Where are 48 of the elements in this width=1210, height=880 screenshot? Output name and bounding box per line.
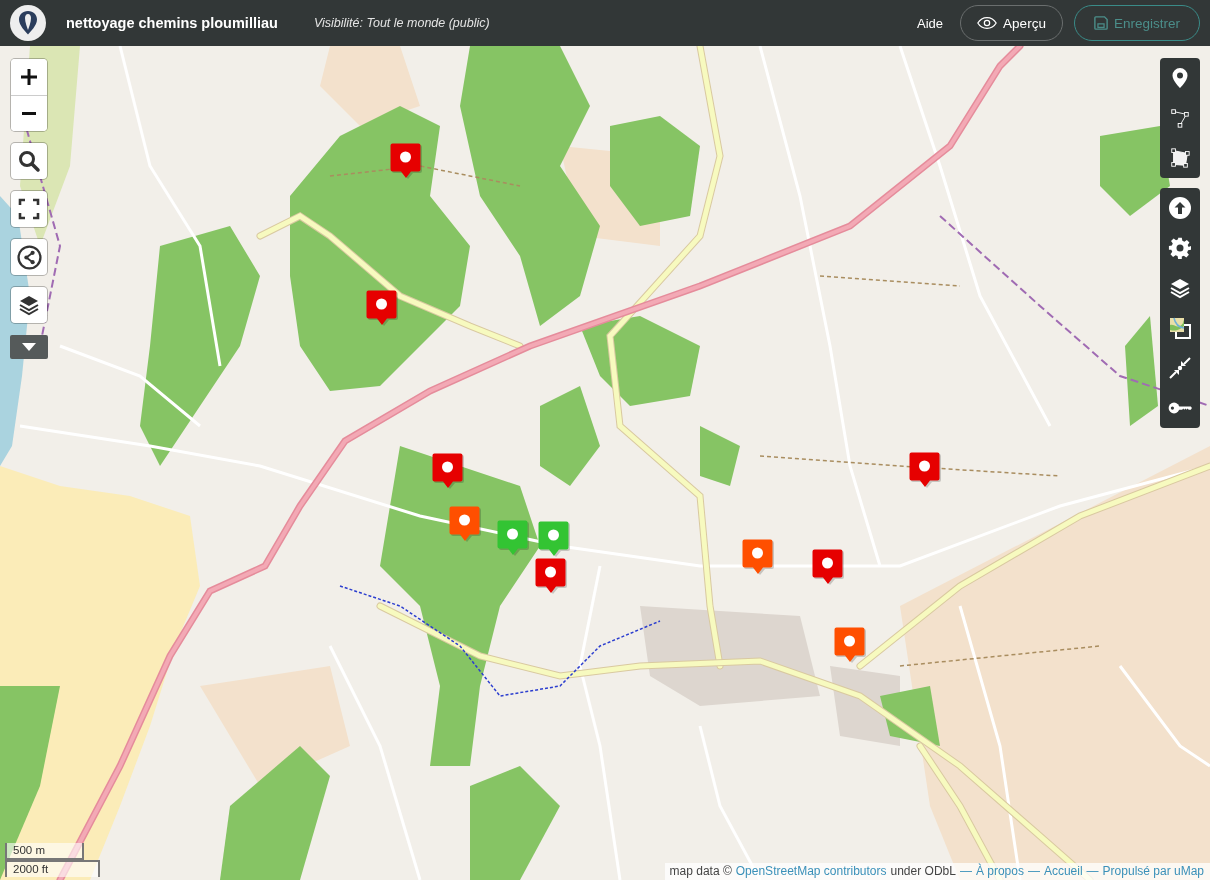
map-marker-icon[interactable] <box>812 549 844 585</box>
more-controls-button[interactable] <box>10 335 48 359</box>
separator-text: — <box>959 864 972 878</box>
map-marker-icon[interactable] <box>366 290 398 326</box>
map-marker-icon[interactable] <box>497 520 529 556</box>
separator-text: — <box>1086 864 1099 878</box>
map-title: nettoyage chemins ploumilliau <box>66 15 278 31</box>
pin-logo-icon[interactable] <box>10 5 46 41</box>
layers-icon <box>1168 276 1192 300</box>
arrows-inward-icon <box>1168 356 1192 380</box>
attribution-text: under ODbL <box>890 864 956 878</box>
map-marker-icon[interactable] <box>834 627 866 663</box>
map-marker-icon[interactable] <box>432 453 464 489</box>
share-icon <box>16 244 42 270</box>
attribution-link[interactable]: À propos <box>975 864 1024 878</box>
layers-button[interactable] <box>11 287 47 323</box>
attribution-link[interactable]: Propulsé par uMap <box>1102 864 1204 878</box>
map-marker-icon[interactable] <box>742 539 774 575</box>
scale-bar-imperial: 2000 ft <box>5 860 100 877</box>
plus-icon <box>21 69 37 85</box>
map-marker-icon[interactable] <box>535 558 567 594</box>
polygon-icon <box>1169 147 1191 169</box>
fullscreen-icon <box>17 197 41 221</box>
separator-text: — <box>1027 864 1040 878</box>
settings-icon <box>1168 236 1192 260</box>
polyline-icon <box>1169 107 1191 129</box>
woodland-area <box>880 686 940 746</box>
zoom-out-button[interactable] <box>11 95 47 131</box>
fullscreen-button[interactable] <box>11 191 47 227</box>
attribution-link[interactable]: OpenStreetMap contributors <box>735 864 887 878</box>
share-button[interactable] <box>11 239 47 275</box>
help-link[interactable]: Aide <box>916 15 943 31</box>
woodland-area <box>700 426 740 486</box>
search-button[interactable] <box>11 143 47 179</box>
eye-icon <box>977 16 998 30</box>
upload-icon <box>1168 196 1192 220</box>
map-marker-icon[interactable] <box>538 521 570 557</box>
map-marker-icon[interactable] <box>909 452 941 488</box>
minus-icon <box>22 112 36 115</box>
map-marker-icon[interactable] <box>449 506 481 542</box>
map-tiles-icon <box>1168 316 1192 340</box>
map-marker-icon[interactable] <box>390 143 422 179</box>
attribution-link[interactable]: Accueil <box>1043 864 1083 878</box>
attribution-text: map data © <box>669 864 732 878</box>
scale-bar-metric: 500 m <box>5 843 84 860</box>
visibility-label: Visibilité: Tout le monde (public) <box>313 16 490 30</box>
layers-icon <box>17 293 41 317</box>
search-icon <box>17 149 41 173</box>
